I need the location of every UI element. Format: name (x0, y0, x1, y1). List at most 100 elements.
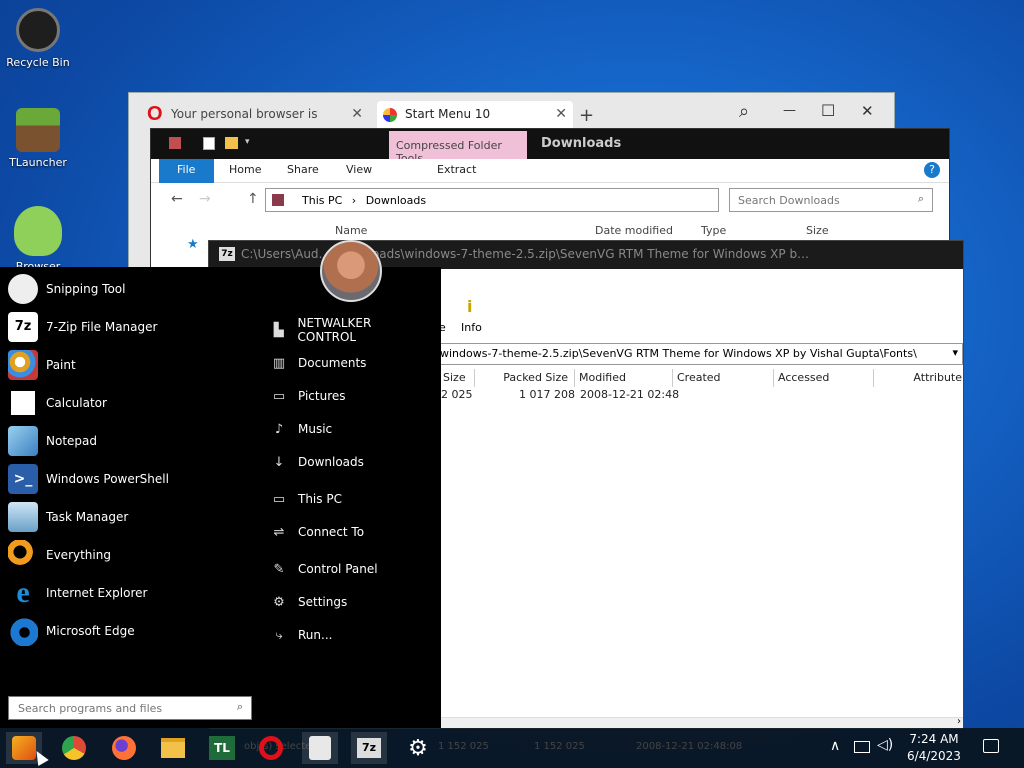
calculator-icon (8, 388, 38, 418)
place-connect-to[interactable]: ⇌ Connect To (270, 520, 430, 544)
program-7zip[interactable]: 7z 7-Zip File Manager (8, 309, 248, 345)
volume-icon[interactable]: ◁) (877, 737, 893, 753)
chrome-icon (62, 736, 86, 760)
breadcrumb-downloads[interactable]: Downloads (366, 194, 426, 207)
opera-tab-1[interactable]: O Your personal browser is ✕ (143, 101, 369, 131)
minimize-button[interactable]: — (783, 103, 796, 118)
column-size[interactable]: Size (806, 224, 829, 237)
place-pictures[interactable]: ▭ Pictures (270, 384, 430, 408)
zip-path-bar[interactable]: windows-7-theme-2.5.zip\SevenVG RTM Them… (435, 343, 963, 365)
desktop-icon-recycle-bin[interactable]: Recycle Bin (3, 8, 73, 69)
search-placeholder: Search programs and files (18, 702, 163, 715)
place-netwalker-control[interactable]: ▙ NETWALKER CONTROL (270, 316, 430, 344)
column-name[interactable]: Name (335, 224, 367, 237)
place-control-panel[interactable]: ✎ Control Panel (270, 557, 430, 581)
quick-access-star-icon[interactable]: ★ (187, 237, 199, 252)
program-paint[interactable]: Paint (8, 347, 248, 383)
internet-explorer-icon: e (16, 576, 30, 609)
close-tab-icon[interactable]: ✕ (351, 106, 363, 122)
taskbar-tlauncher[interactable]: TL (204, 732, 240, 764)
share-tab[interactable]: Share (287, 163, 319, 176)
taskbar-opera[interactable] (253, 732, 289, 764)
place-label: Run... (298, 628, 333, 642)
close-button[interactable]: ✕ (861, 102, 874, 120)
program-task-manager[interactable]: Task Manager (8, 499, 248, 535)
taskbar: obj(s) selected 1 152 025 1 152 025 2008… (0, 728, 1024, 768)
extract-tab[interactable]: Extract (437, 163, 476, 176)
program-everything[interactable]: Everything (8, 537, 248, 573)
info-icon[interactable]: i (467, 297, 472, 316)
back-arrow-icon[interactable]: ← (171, 191, 183, 207)
tab-title: Your personal browser is (171, 107, 318, 121)
notification-center-icon[interactable] (983, 739, 999, 753)
this-pc-icon (272, 194, 284, 206)
home-tab[interactable]: Home (229, 163, 261, 176)
close-tab-icon[interactable]: ✕ (555, 106, 567, 122)
place-settings[interactable]: ⚙ Settings (270, 590, 430, 614)
file-tab[interactable]: File (159, 159, 214, 183)
place-downloads[interactable]: ↓ Downloads (270, 450, 430, 474)
program-powershell[interactable]: >_ Windows PowerShell (8, 461, 248, 497)
run-icon: ⤷ (275, 627, 283, 643)
network-icon[interactable] (854, 741, 870, 753)
search-icon[interactable]: ⌕ (739, 101, 749, 122)
place-run[interactable]: ⤷ Run... (270, 623, 430, 647)
column-type[interactable]: Type (701, 224, 726, 237)
address-bar[interactable]: This PC › Downloads (265, 188, 719, 212)
taskbar-7zip[interactable]: 7z (351, 732, 387, 764)
row-modified: 2008-12-21 02:48 (580, 388, 680, 401)
desktop-icon-tlauncher[interactable]: TLauncher (3, 108, 73, 169)
desktop-icon-browser[interactable]: Browser (3, 206, 73, 273)
chevron-up-icon[interactable]: ∧ (830, 738, 840, 754)
column-size[interactable]: Size (439, 369, 475, 387)
program-notepad[interactable]: Notepad (8, 423, 248, 459)
program-snipping-tool[interactable]: Snipping Tool (8, 271, 248, 307)
scroll-right-icon[interactable]: › (957, 716, 961, 727)
column-date-modified[interactable]: Date modified (595, 224, 673, 237)
program-microsoft-edge[interactable]: Microsoft Edge (8, 613, 248, 649)
start-search-input[interactable]: Search programs and files ⌕ (8, 696, 252, 720)
maximize-button[interactable]: ☐ (821, 101, 835, 120)
column-modified[interactable]: Modified (575, 369, 673, 387)
program-label: Windows PowerShell (46, 472, 169, 486)
new-tab-button[interactable]: + (579, 105, 594, 126)
clock[interactable]: 7:24 AM 6/4/2023 (900, 731, 968, 765)
taskbar-java[interactable] (302, 732, 338, 764)
column-packed-size[interactable]: Packed Size (475, 369, 575, 387)
new-folder-icon[interactable] (225, 137, 238, 149)
info-button-label[interactable]: Info (461, 321, 482, 334)
forward-arrow-icon[interactable]: → (199, 191, 211, 207)
chevron-down-icon[interactable]: ▾ (952, 346, 958, 359)
place-label: Music (298, 422, 333, 436)
desktop-icon-label: TLauncher (9, 156, 67, 169)
place-this-pc[interactable]: ▭ This PC (270, 487, 430, 511)
up-arrow-icon[interactable]: ↑ (247, 191, 259, 207)
seven-zip-taskbar-icon: 7z (357, 738, 381, 758)
compressed-folder-tools-tab[interactable]: Compressed Folder Tools (389, 131, 527, 165)
column-attribute[interactable]: Attribute (874, 369, 962, 387)
program-internet-explorer[interactable]: e Internet Explorer (8, 575, 248, 611)
program-calculator[interactable]: Calculator (8, 385, 248, 421)
place-label: NETWALKER CONTROL (297, 316, 372, 344)
column-accessed[interactable]: Accessed (774, 369, 874, 387)
help-icon[interactable]: ? (924, 162, 940, 178)
taskbar-chrome[interactable] (56, 732, 92, 764)
place-documents[interactable]: ▥ Documents (270, 351, 430, 375)
program-label: Microsoft Edge (46, 624, 135, 638)
start-menu-icon (383, 108, 397, 122)
explorer-search-box[interactable]: Search Downloads ⌕ (729, 188, 933, 212)
user-avatar[interactable] (320, 240, 382, 302)
place-music[interactable]: ♪ Music (270, 417, 430, 441)
view-tab[interactable]: View (346, 163, 372, 176)
search-placeholder: Search Downloads (738, 194, 840, 207)
opera-tab-2[interactable]: Start Menu 10 ✕ (377, 101, 573, 131)
breadcrumb-this-pc[interactable]: This PC (302, 194, 342, 207)
column-created[interactable]: Created (673, 369, 774, 387)
taskbar-file-explorer[interactable] (155, 732, 191, 764)
opera-icon (259, 736, 283, 760)
taskbar-firefox[interactable] (106, 732, 142, 764)
program-label: Internet Explorer (46, 586, 148, 600)
properties-icon[interactable] (203, 137, 215, 150)
quick-access-dropdown-icon[interactable]: ▾ (245, 137, 250, 147)
taskbar-settings[interactable]: ⚙ (400, 732, 436, 764)
